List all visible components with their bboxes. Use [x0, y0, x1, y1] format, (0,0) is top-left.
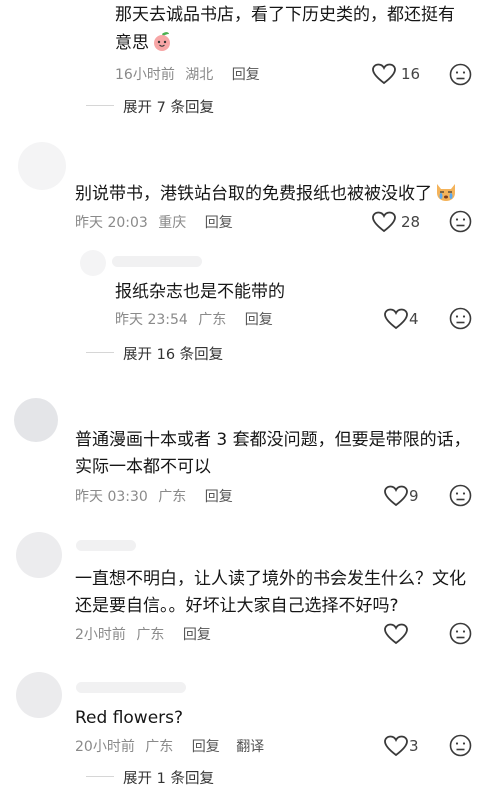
translate-button[interactable]: 翻译: [236, 739, 264, 755]
expand-divider: [86, 776, 114, 777]
expand-divider: [86, 352, 114, 353]
reply-time: 昨天 23:54: [115, 312, 188, 328]
dislike-button[interactable]: [449, 210, 472, 237]
like-button[interactable]: 4: [383, 307, 431, 331]
comment-text: 别说带书，港铁站台取的免费报纸也被被没收了: [75, 181, 458, 212]
like-count: 28: [401, 213, 421, 231]
expand-replies-button[interactable]: 展开 7 条回复: [123, 96, 214, 117]
dislike-button[interactable]: [449, 307, 472, 334]
dislike-button[interactable]: [449, 63, 472, 90]
reply-text: 报纸杂志也是不能带的: [115, 282, 285, 302]
comment-text: 普通漫画十本或者 3 套都没问题，但要是带限的话，: [75, 430, 471, 450]
comment-text-content: 意思: [115, 33, 149, 53]
reply-button[interactable]: 回复: [232, 67, 260, 83]
like-count: 4: [409, 310, 419, 328]
comment-text: 一直想不明白，让人读了境外的书会发生什么？文化: [75, 569, 466, 589]
avatar[interactable]: [14, 398, 58, 442]
reply-button[interactable]: 回复: [205, 489, 233, 505]
username-blurred: [76, 682, 186, 693]
comment-location: 广东: [158, 489, 187, 505]
reply-button[interactable]: 回复: [205, 215, 233, 231]
comment-time: 16小时前: [115, 67, 175, 83]
expand-replies-button[interactable]: 展开 16 条回复: [123, 343, 223, 364]
like-button[interactable]: 3: [383, 734, 431, 758]
heart-icon: [384, 308, 408, 330]
comment-time: 20小时前: [75, 739, 135, 755]
expand-divider: [86, 105, 114, 106]
neutral-face-icon: [449, 210, 472, 233]
expand-replies-button[interactable]: 展开 1 条回复: [123, 767, 214, 788]
like-button[interactable]: 16: [371, 62, 431, 86]
dislike-button[interactable]: [449, 484, 472, 511]
reply-location: 广东: [198, 312, 227, 328]
comment-location: 重庆: [158, 215, 187, 231]
avatar[interactable]: [80, 250, 106, 276]
heart-icon: [384, 623, 408, 645]
reply-button[interactable]: 回复: [192, 739, 220, 755]
comment-location: 广东: [136, 627, 165, 643]
comment-meta: 昨天 20:03 重庆 回复: [75, 212, 233, 232]
comment-time: 2小时前: [75, 627, 126, 643]
comment-location: 湖北: [185, 67, 214, 83]
comment-text-line2: 意思: [115, 30, 173, 61]
comment-meta: 2小时前 广东 回复: [75, 624, 211, 644]
heart-icon: [372, 211, 396, 233]
username-blurred: [76, 540, 136, 551]
like-button[interactable]: [383, 622, 409, 646]
comment-text-line2: 还是要自信。。好坏让大家自己选择不好吗?: [75, 596, 399, 616]
comment-time: 昨天 20:03: [75, 215, 148, 231]
neutral-face-icon: [449, 307, 472, 330]
peach-face-emoji-icon: [151, 30, 173, 61]
comment-meta: 昨天 03:30 广东 回复: [75, 486, 233, 506]
crying-cat-emoji-icon: [434, 181, 458, 212]
comment-location: 广东: [145, 739, 174, 755]
reply-meta: 昨天 23:54 广东 回复: [115, 309, 273, 329]
heart-icon: [384, 485, 408, 507]
comment-meta: 20小时前 广东 回复 翻译: [75, 736, 264, 756]
neutral-face-icon: [449, 622, 472, 645]
comment-text: Red flowers?: [75, 708, 184, 728]
comment-text-content: 别说带书，港铁站台取的免费报纸也被被没收了: [75, 184, 432, 204]
heart-icon: [384, 735, 408, 757]
dislike-button[interactable]: [449, 734, 472, 761]
like-count: 16: [401, 65, 421, 83]
like-count: 9: [409, 487, 419, 505]
neutral-face-icon: [449, 63, 472, 86]
neutral-face-icon: [449, 734, 472, 757]
username-blurred: [112, 256, 202, 267]
dislike-button[interactable]: [449, 622, 472, 649]
reply-button[interactable]: 回复: [245, 312, 273, 328]
heart-icon: [372, 63, 396, 85]
avatar[interactable]: [16, 672, 62, 718]
reply-button[interactable]: 回复: [183, 627, 211, 643]
like-count: 3: [409, 737, 419, 755]
comment-meta: 16小时前 湖北 回复: [115, 64, 260, 84]
like-button[interactable]: 28: [371, 210, 431, 234]
avatar[interactable]: [18, 142, 66, 190]
comment-text: 那天去诚品书店，看了下历史类的，都还挺有: [115, 5, 455, 25]
comment-text-line2: 实际一本都不可以: [75, 457, 211, 477]
comment-time: 昨天 03:30: [75, 489, 148, 505]
avatar[interactable]: [16, 532, 62, 578]
like-button[interactable]: 9: [383, 484, 431, 508]
neutral-face-icon: [449, 484, 472, 507]
